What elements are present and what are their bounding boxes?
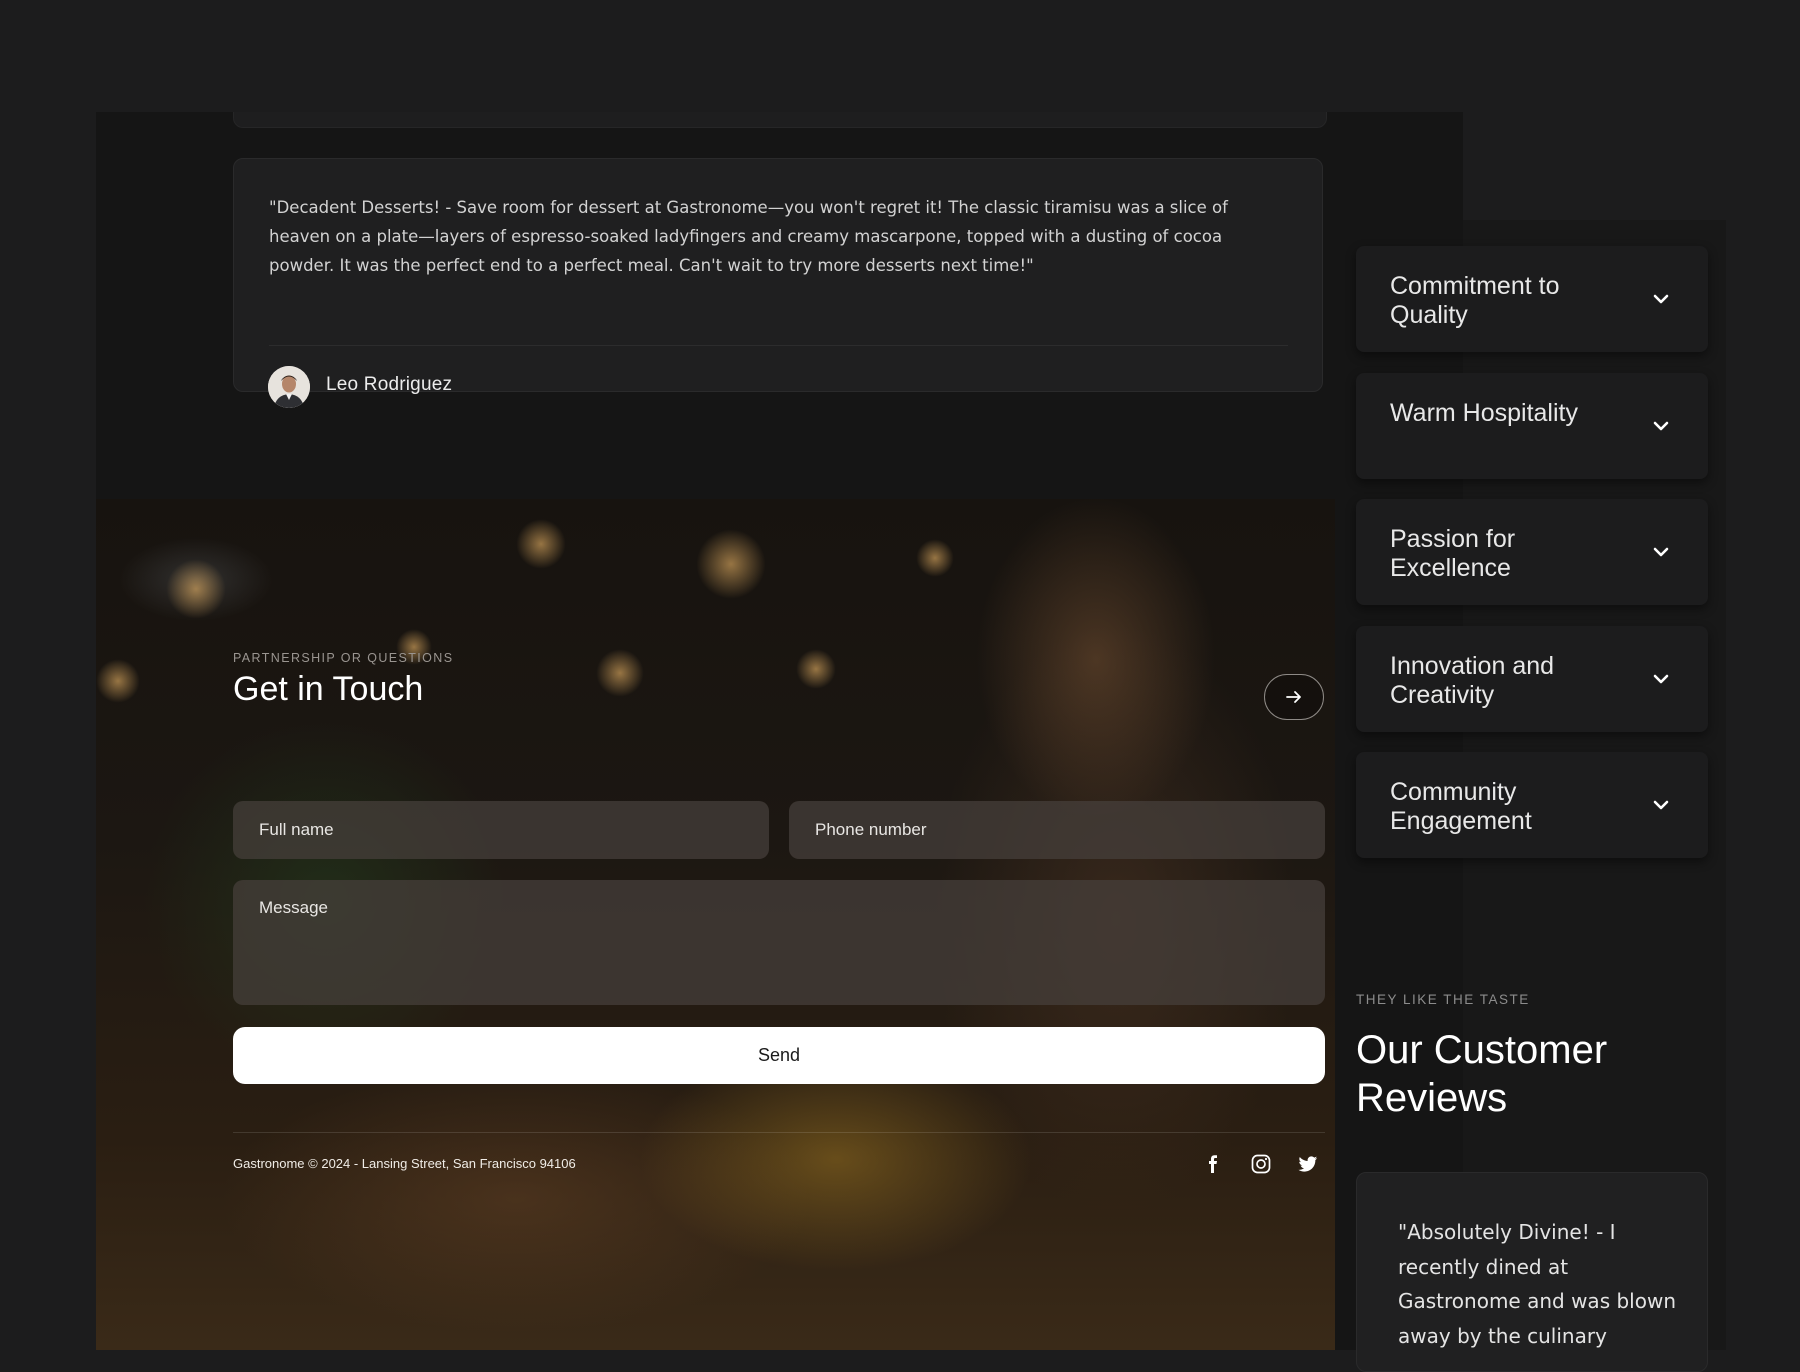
contact-title: Get in Touch	[233, 670, 424, 708]
accordion-item-warm-hospitality[interactable]: Warm Hospitality	[1356, 373, 1708, 479]
customer-review-card: "Absolutely Divine! - I recently dined a…	[1356, 1172, 1708, 1372]
next-arrow-button[interactable]	[1264, 674, 1324, 720]
footer-divider	[233, 1132, 1325, 1133]
review-divider	[269, 345, 1288, 346]
chevron-down-icon	[1653, 674, 1669, 684]
chevron-down-icon	[1653, 294, 1669, 304]
phone-number-input[interactable]	[789, 801, 1325, 859]
review-quote: "Absolutely Divine! - I recently dined a…	[1398, 1220, 1676, 1348]
accordion-item-community-engagement[interactable]: Community Engagement	[1356, 752, 1708, 858]
reviews-eyebrow: THEY LIKE THE TASTE	[1356, 992, 1530, 1007]
twitter-icon[interactable]	[1297, 1153, 1319, 1175]
instagram-icon[interactable]	[1250, 1153, 1272, 1175]
review-author: Leo Rodriguez	[326, 374, 453, 395]
arrow-right-icon	[1286, 691, 1301, 703]
main-panel: "Decadent Desserts! - Save room for dess…	[96, 112, 1463, 1350]
full-name-input[interactable]	[233, 801, 769, 859]
reviews-title: Our Customer Reviews	[1356, 1028, 1608, 1120]
accordion-label: Commitment to Quality	[1390, 272, 1560, 329]
accordion-item-passion-for-excellence[interactable]: Passion for Excellence	[1356, 499, 1708, 605]
accordion-label: Community Engagement	[1390, 778, 1532, 835]
facebook-icon[interactable]	[1202, 1153, 1224, 1175]
accordion-label: Passion for Excellence	[1390, 525, 1516, 582]
accordion-item-commitment-to-quality[interactable]: Commitment to Quality	[1356, 246, 1708, 352]
chevron-down-icon	[1653, 800, 1669, 810]
accordion-label: Warm Hospitality	[1390, 399, 1578, 427]
accordion-item-innovation-and-creativity[interactable]: Innovation and Creativity	[1356, 626, 1708, 732]
avatar	[268, 366, 310, 408]
footer-copyright: Gastronome © 2024 - Lansing Street, San …	[233, 1156, 576, 1171]
accordion-label: Innovation and Creativity	[1390, 652, 1555, 709]
chevron-down-icon	[1653, 421, 1669, 431]
contact-section: PARTNERSHIP OR QUESTIONS Get in Touch Se…	[96, 499, 1335, 1350]
previous-review-card	[233, 112, 1327, 128]
message-textarea[interactable]	[233, 880, 1325, 1005]
contact-eyebrow: PARTNERSHIP OR QUESTIONS	[233, 651, 454, 665]
chevron-down-icon	[1653, 547, 1669, 557]
review-card: "Decadent Desserts! - Save room for dess…	[233, 158, 1323, 408]
review-quote: "Decadent Desserts! - Save room for dess…	[269, 198, 1228, 275]
send-button[interactable]: Send	[233, 1027, 1325, 1084]
